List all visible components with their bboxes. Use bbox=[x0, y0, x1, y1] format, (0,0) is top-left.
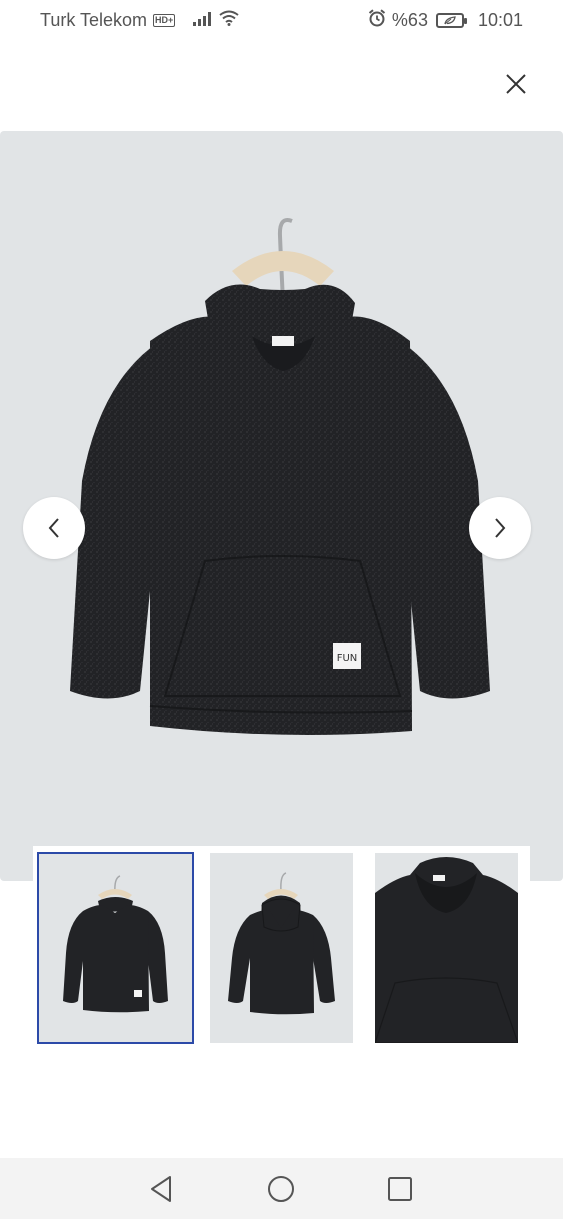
previous-image-button[interactable] bbox=[23, 497, 85, 559]
wifi-icon bbox=[219, 10, 239, 31]
thumbnail-strip bbox=[33, 846, 530, 1050]
recents-button[interactable] bbox=[383, 1172, 417, 1206]
chevron-left-icon bbox=[48, 518, 59, 538]
thumbnail-front[interactable] bbox=[37, 852, 194, 1044]
status-bar: Turk Telekom HD+ %63 10:01 bbox=[0, 0, 563, 40]
alarm-icon bbox=[368, 8, 386, 32]
back-triangle-icon bbox=[151, 1176, 171, 1202]
recents-square-icon bbox=[388, 1177, 412, 1201]
thumbnail-back[interactable] bbox=[210, 853, 353, 1043]
battery-icon bbox=[435, 12, 467, 28]
status-right: %63 10:01 bbox=[368, 8, 523, 32]
carrier-name: Turk Telekom bbox=[40, 9, 148, 30]
clock-time: 10:01 bbox=[477, 9, 523, 30]
main-product-image[interactable]: FUN bbox=[0, 131, 563, 881]
hd-badge: HD+ bbox=[153, 13, 176, 27]
thumbnail-closeup-image bbox=[375, 857, 518, 1043]
chevron-right-icon bbox=[495, 518, 506, 538]
close-icon bbox=[506, 74, 526, 94]
thumbnail-back-image bbox=[228, 872, 335, 1015]
thumbnail-front-image bbox=[63, 875, 168, 1013]
close-button[interactable] bbox=[496, 64, 536, 104]
system-navigation-bar bbox=[0, 1158, 563, 1219]
next-image-button[interactable] bbox=[469, 497, 531, 559]
status-left: Turk Telekom HD+ bbox=[40, 10, 239, 31]
home-button[interactable] bbox=[264, 1172, 298, 1206]
patch-text: FUN bbox=[337, 653, 358, 664]
thumbnail-closeup[interactable] bbox=[375, 853, 518, 1043]
back-button[interactable] bbox=[144, 1172, 178, 1206]
home-circle-icon bbox=[268, 1176, 294, 1202]
signal-icon bbox=[193, 10, 213, 31]
battery-percent: %63 bbox=[391, 9, 428, 30]
